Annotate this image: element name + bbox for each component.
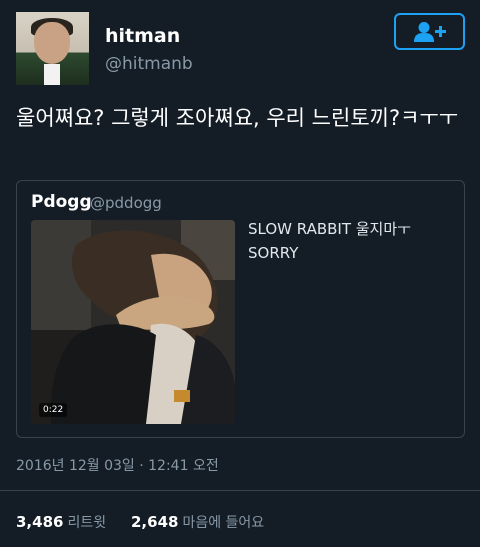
quoted-tweet-line-2: SORRY (248, 244, 299, 262)
like-label: 마음에 들어요 (182, 515, 265, 531)
author-name[interactable]: hitman (105, 25, 180, 47)
avatar[interactable] (16, 12, 89, 85)
follow-button[interactable] (394, 13, 465, 50)
quoted-author-handle: @pddogg (90, 194, 162, 212)
author-handle[interactable]: @hitmanb (105, 54, 193, 74)
retweet-count[interactable]: 3,486 리트윗 (16, 513, 111, 531)
video-duration-badge: 0:22 (39, 403, 68, 417)
quoted-tweet-text: SLOW RABBIT 울지마ㅜ SORRY (248, 217, 411, 265)
retweet-label: 리트윗 (67, 515, 107, 531)
quoted-tweet-line-1: SLOW RABBIT 울지마ㅜ (248, 220, 411, 238)
engagement-stats: 3,486 리트윗 2,648 마음에 들어요 (16, 512, 264, 532)
quoted-author-name: Pdogg (31, 192, 92, 212)
like-count[interactable]: 2,648 마음에 들어요 (131, 513, 265, 531)
retweet-count-value: 3,486 (16, 513, 64, 531)
tweet-timestamp[interactable]: 2016년 12월 03일 · 12:41 오전 (16, 455, 219, 475)
avatar-face (34, 22, 70, 64)
divider (0, 490, 480, 491)
video-still-image (31, 220, 235, 424)
video-duration: 0:22 (43, 405, 64, 415)
avatar-collar (44, 64, 60, 85)
like-count-value: 2,648 (131, 513, 179, 531)
quoted-tweet[interactable]: Pdogg @pddogg 0:22 SLOW RABBIT 울지마ㅜ SORR… (16, 180, 465, 438)
quoted-video-thumbnail[interactable]: 0:22 (31, 220, 235, 424)
add-user-icon (413, 21, 446, 42)
tweet-text: 울어쪄요? 그렇게 조아쪄요, 우리 느린토끼?ㅋㅜㅜ (16, 106, 459, 130)
